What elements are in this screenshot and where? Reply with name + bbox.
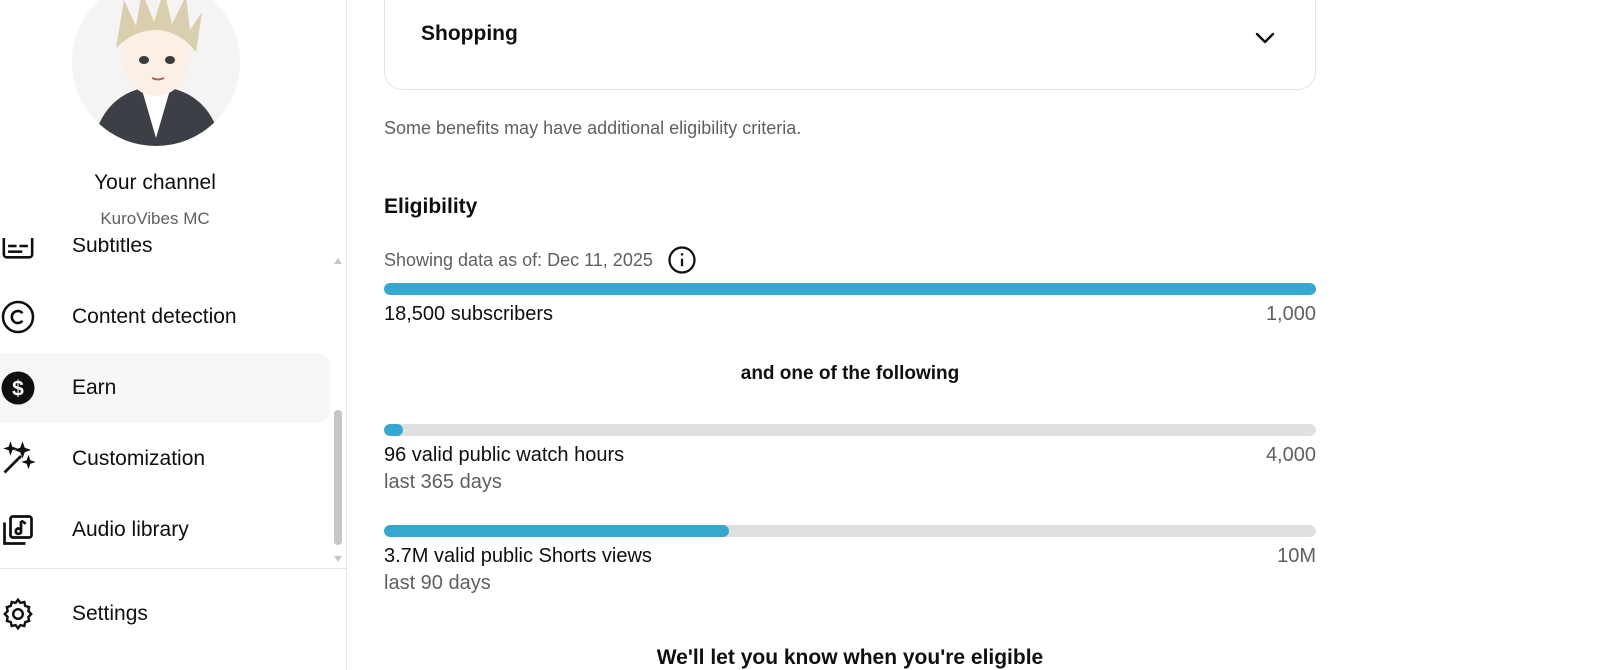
channel-avatar[interactable] (72, 0, 240, 146)
watch-hours-progress-bar (384, 424, 1316, 436)
copyright-icon (0, 299, 36, 335)
data-as-of-text: Showing data as of: Dec 11, 2025 (384, 249, 653, 270)
shorts-views-period: last 90 days (384, 572, 491, 594)
dollar-circle-icon: $ (0, 370, 36, 406)
sidebar-item-content-detection[interactable]: Content detection (0, 282, 330, 352)
sidebar-item-settings[interactable]: Settings (0, 579, 330, 649)
audio-library-icon (0, 512, 36, 548)
progress-fill (384, 424, 403, 436)
progress-fill (384, 525, 729, 537)
sidebar-item-subtitles[interactable]: Subtitles (0, 238, 330, 281)
sidebar-scrollbar[interactable] (334, 410, 342, 545)
info-icon[interactable] (667, 245, 697, 275)
magic-wand-icon (0, 441, 36, 477)
sidebar: Your channel KuroVibes MC Subtitles Cont… (0, 0, 347, 670)
avatar-illustration (72, 0, 240, 146)
data-as-of-row: Showing data as of: Dec 11, 2025 (384, 245, 697, 275)
sidebar-item-label: Subtitles (72, 238, 153, 257)
main-content: Shopping Some benefits may have addition… (346, 0, 1603, 670)
gear-icon (0, 596, 36, 632)
channel-handle: KuroVibes MC (100, 209, 210, 228)
eligibility-notify-text: We'll let you know when you're eligible (656, 646, 1044, 669)
nav-list: Subtitles Content detection $ Earn Custo… (0, 238, 330, 568)
shopping-accordion[interactable]: Shopping (384, 0, 1316, 90)
eligibility-note: Some benefits may have additional eligib… (384, 118, 802, 138)
sidebar-item-label: Content detection (72, 305, 237, 328)
chevron-down-icon[interactable] (1253, 26, 1277, 50)
channel-title: Your channel (94, 171, 216, 194)
sidebar-item-audio-library[interactable]: Audio library (0, 495, 330, 565)
shorts-views-progress-bar (384, 525, 1316, 537)
watch-hours-period: last 365 days (384, 471, 502, 493)
watch-hours-target: 4,000 (1265, 444, 1316, 466)
sidebar-item-label: Settings (72, 602, 148, 625)
and-one-of-following: and one of the following (740, 363, 960, 384)
subscribers-progress-bar (384, 283, 1316, 295)
eligibility-title: Eligibility (384, 195, 478, 218)
accordion-title: Shopping (421, 22, 518, 45)
sidebar-item-label: Audio library (72, 518, 189, 541)
sidebar-item-earn[interactable]: $ Earn (0, 353, 330, 423)
svg-text:$: $ (12, 378, 24, 401)
nav-divider (0, 568, 346, 569)
sidebar-item-customization[interactable]: Customization (0, 424, 330, 494)
shorts-views-target: 10M (1277, 545, 1316, 567)
scroll-down-arrow[interactable] (334, 556, 342, 562)
scroll-up-arrow[interactable] (334, 258, 342, 264)
active-highlight (0, 353, 330, 423)
progress-fill (384, 283, 1316, 295)
sidebar-item-label: Earn (72, 376, 117, 399)
subscribers-target: 1,000 (1265, 303, 1316, 325)
sidebar-item-label: Customization (72, 447, 206, 470)
subtitles-icon (0, 238, 36, 264)
